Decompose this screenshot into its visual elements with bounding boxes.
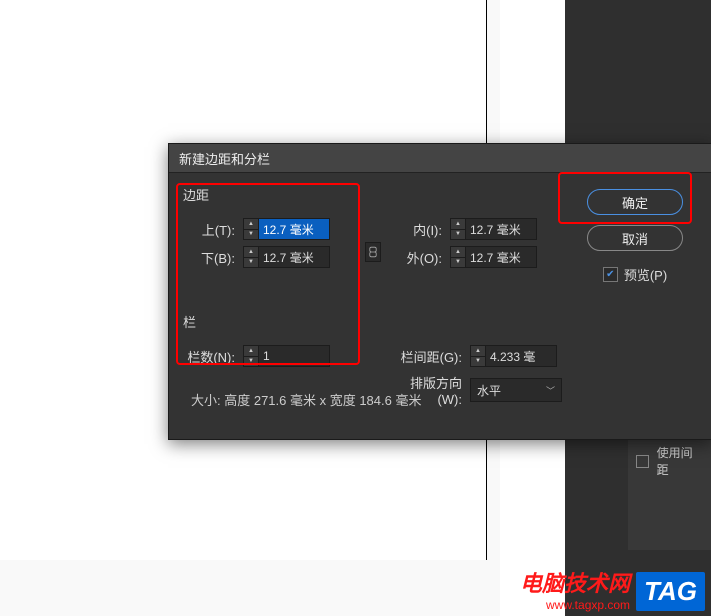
spinner-up-icon[interactable]: ▲ bbox=[244, 219, 258, 230]
chevron-down-icon: ﹀ bbox=[546, 384, 555, 397]
margin-outside-spinner[interactable]: ▲ ▼ bbox=[450, 246, 537, 268]
watermark-url: www.tagxp.com bbox=[520, 598, 630, 612]
spinner-up-icon[interactable]: ▲ bbox=[451, 219, 465, 230]
cancel-label: 取消 bbox=[622, 229, 648, 248]
margin-top-label: 上(T): bbox=[183, 220, 235, 239]
margin-bottom-label: 下(B): bbox=[183, 248, 235, 267]
use-spacing-checkbox[interactable] bbox=[636, 455, 649, 468]
preview-label: 预览(P) bbox=[624, 265, 667, 284]
use-spacing-label: 使用间距 bbox=[657, 444, 703, 478]
preview-checkbox-row[interactable]: ✔ 预览(P) bbox=[603, 265, 667, 284]
gutter-label: 栏间距(G): bbox=[390, 347, 462, 366]
spinner-down-icon[interactable]: ▼ bbox=[451, 230, 465, 240]
spinner-up-icon[interactable]: ▲ bbox=[451, 247, 465, 258]
margin-bottom-input[interactable] bbox=[259, 246, 330, 268]
margin-inside-label: 内(I): bbox=[390, 220, 442, 239]
spinner-down-icon[interactable]: ▼ bbox=[244, 258, 258, 268]
margin-outside-input[interactable] bbox=[466, 246, 537, 268]
cancel-button[interactable]: 取消 bbox=[587, 225, 683, 251]
margin-inside-spinner[interactable]: ▲ ▼ bbox=[450, 218, 537, 240]
spinner-down-icon[interactable]: ▼ bbox=[244, 230, 258, 240]
page-size-label: 大小: 高度 271.6 毫米 x 宽度 184.6 毫米 bbox=[191, 390, 421, 409]
watermark: 电脑技术网 www.tagxp.com TAG bbox=[520, 571, 705, 612]
column-count-input[interactable] bbox=[259, 345, 330, 367]
preview-checkbox[interactable]: ✔ bbox=[603, 267, 618, 282]
ok-label: 确定 bbox=[622, 193, 648, 212]
spinner-down-icon[interactable]: ▼ bbox=[451, 258, 465, 268]
watermark-tag: TAG bbox=[636, 572, 705, 611]
ok-button[interactable]: 确定 bbox=[587, 189, 683, 215]
spinner-up-icon[interactable]: ▲ bbox=[471, 346, 485, 357]
gutter-spinner[interactable]: ▲ ▼ bbox=[470, 345, 557, 367]
spinner-up-icon[interactable]: ▲ bbox=[244, 247, 258, 258]
margins-columns-dialog: 新建边距和分栏 边距 上(T): ▲ ▼ bbox=[168, 143, 711, 440]
writing-direction-value: 水平 bbox=[477, 382, 501, 399]
dialog-titlebar[interactable]: 新建边距和分栏 bbox=[169, 144, 711, 173]
link-margins-toggle[interactable] bbox=[365, 242, 381, 262]
spinner-up-icon[interactable]: ▲ bbox=[244, 346, 258, 357]
column-count-label: 栏数(N): bbox=[183, 347, 235, 366]
margin-inside-input[interactable] bbox=[466, 218, 537, 240]
margin-bottom-spinner[interactable]: ▲ ▼ bbox=[243, 246, 330, 268]
spinner-down-icon[interactable]: ▼ bbox=[471, 357, 485, 367]
watermark-title: 电脑技术网 bbox=[520, 571, 630, 597]
spinner-down-icon[interactable]: ▼ bbox=[244, 357, 258, 367]
gutter-input[interactable] bbox=[486, 345, 557, 367]
use-spacing-row[interactable]: 使用间距 bbox=[628, 438, 711, 484]
dialog-title: 新建边距和分栏 bbox=[179, 149, 270, 168]
margin-outside-label: 外(O): bbox=[390, 248, 442, 267]
margin-top-spinner[interactable]: ▲ ▼ bbox=[243, 218, 330, 240]
columns-group-label: 栏 bbox=[183, 312, 562, 331]
column-count-spinner[interactable]: ▲ ▼ bbox=[243, 345, 330, 367]
margin-top-input[interactable] bbox=[259, 218, 330, 240]
margins-group-label: 边距 bbox=[183, 185, 562, 204]
writing-direction-select[interactable]: 水平 ﹀ bbox=[470, 378, 562, 402]
